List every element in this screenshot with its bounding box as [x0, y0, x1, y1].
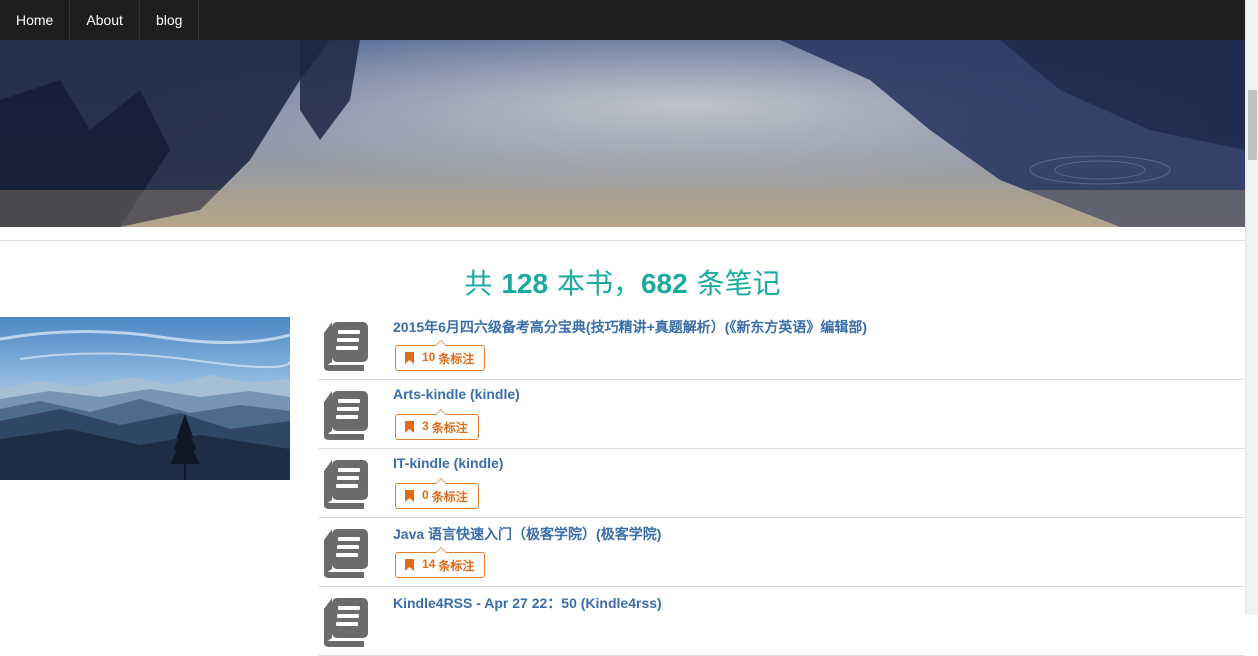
vertical-scrollbar[interactable]: [1245, 0, 1258, 615]
notes-count: 10: [422, 349, 436, 364]
nav-about[interactable]: About: [70, 0, 140, 40]
notes-label: 条标注: [438, 351, 475, 366]
notes-count-badge[interactable]: 0 条标注: [395, 478, 479, 509]
notes-count-badge[interactable]: 14 条标注: [395, 547, 486, 578]
book-item: Arts-kindle (kindle) 3 条标注: [318, 380, 1245, 449]
book-title-link[interactable]: IT-kindle (kindle): [393, 455, 503, 471]
book-list: 2015年6月四六级备考高分宝典(技巧精讲+真题解析）(《新东方英语》编辑部) …: [318, 311, 1245, 656]
book-count: 128: [501, 268, 549, 299]
notes-count: 3: [422, 418, 429, 433]
book-item: Kindle4RSS - Apr 27 22：50 (Kindle4rss): [318, 587, 1245, 656]
book-icon: [324, 391, 368, 440]
notes-count: 0: [422, 487, 429, 502]
book-title-link[interactable]: Kindle4RSS - Apr 27 22：50 (Kindle4rss): [393, 593, 662, 613]
book-icon: [324, 460, 368, 509]
top-navbar: Home About blog: [0, 0, 1245, 40]
book-icon: [324, 322, 368, 371]
notes-label: 条标注: [431, 489, 468, 504]
hero-banner-image: [0, 40, 1245, 227]
summary-prefix: 共: [464, 267, 493, 300]
summary-heading: 共 128 本书，682 条笔记: [0, 262, 1245, 302]
book-title-link[interactable]: 2015年6月四六级备考高分宝典(技巧精讲+真题解析）(《新东方英语》编辑部): [393, 317, 867, 337]
nav-blog[interactable]: blog: [140, 0, 200, 40]
book-icon: [324, 529, 368, 578]
summary-suffix: 条笔记: [696, 267, 781, 300]
notes-count-badge[interactable]: 10 条标注: [395, 340, 486, 371]
book-icon: [324, 598, 368, 647]
scrollbar-thumb[interactable]: [1248, 90, 1257, 160]
bookmark-icon: [405, 559, 414, 571]
note-count: 682: [640, 268, 688, 299]
notes-label: 条标注: [431, 420, 468, 435]
book-item: 2015年6月四六级备考高分宝典(技巧精讲+真题解析）(《新东方英语》编辑部) …: [318, 311, 1245, 380]
book-item: Java 语言快速入门（极客学院）(极客学院) 14 条标注: [318, 518, 1245, 587]
mountain-landscape-image: [0, 317, 290, 480]
summary-mid: 本书，: [556, 267, 641, 300]
bookmark-icon: [405, 352, 414, 364]
book-title-link[interactable]: Arts-kindle (kindle): [393, 386, 520, 402]
bookmark-icon: [405, 421, 414, 433]
notes-count: 14: [422, 556, 436, 571]
book-title-link[interactable]: Java 语言快速入门（极客学院）(极客学院): [393, 524, 661, 544]
notes-count-badge[interactable]: 3 条标注: [395, 409, 479, 440]
section-divider: [0, 240, 1245, 241]
book-item: IT-kindle (kindle) 0 条标注: [318, 449, 1245, 518]
nav-home[interactable]: Home: [0, 0, 71, 40]
bookmark-icon: [405, 490, 414, 502]
notes-label: 条标注: [438, 558, 475, 573]
